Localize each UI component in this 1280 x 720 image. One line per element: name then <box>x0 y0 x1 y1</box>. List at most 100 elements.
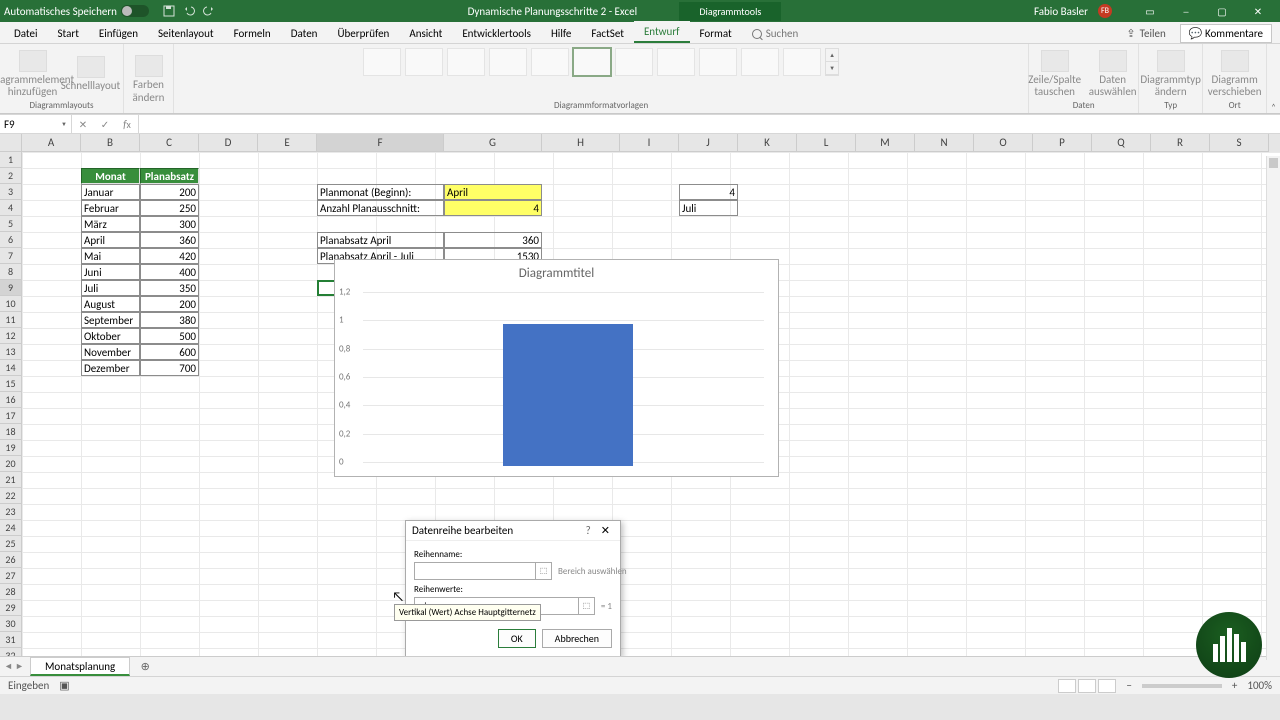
chart-title[interactable]: Diagrammtitel <box>335 260 778 287</box>
cell[interactable]: November <box>81 344 140 360</box>
close-icon[interactable]: ✕ <box>597 524 614 537</box>
column-header[interactable]: P <box>1033 134 1092 152</box>
cell[interactable]: Juli <box>81 280 140 296</box>
row-header[interactable]: 29 <box>0 600 22 616</box>
row-header[interactable]: 15 <box>0 376 22 392</box>
row-header[interactable]: 11 <box>0 312 22 328</box>
change-colors-button[interactable]: Farben ändern <box>122 55 176 103</box>
cell[interactable]: Monat <box>81 168 140 184</box>
style-swatch[interactable] <box>531 48 569 76</box>
style-swatch[interactable] <box>741 48 779 76</box>
row-header[interactable]: 27 <box>0 568 22 584</box>
cell[interactable]: Dezember <box>81 360 140 376</box>
fx-icon[interactable]: fx <box>116 115 138 133</box>
cell[interactable]: 420 <box>140 248 199 264</box>
change-chart-type-button[interactable]: Diagrammtyp ändern <box>1144 50 1198 98</box>
worksheet-grid[interactable]: ABCDEFGHIJKLMNOPQRS 12345678910111213141… <box>0 134 1280 656</box>
row-header[interactable]: 18 <box>0 424 22 440</box>
autosave-toggle-group[interactable]: Automatisches Speichern <box>4 5 149 18</box>
row-header[interactable]: 5 <box>0 216 22 232</box>
style-swatch[interactable] <box>447 48 485 76</box>
style-swatch[interactable] <box>699 48 737 76</box>
zoom-level[interactable]: 100% <box>1247 679 1272 692</box>
tab-start[interactable]: Start <box>48 23 89 43</box>
row-header[interactable]: 3 <box>0 184 22 200</box>
tab-formeln[interactable]: Formeln <box>224 23 281 43</box>
row-header[interactable]: 6 <box>0 232 22 248</box>
cell[interactable]: 250 <box>140 200 199 216</box>
cell[interactable]: Planabsatz <box>140 168 199 184</box>
tab-ansicht[interactable]: Ansicht <box>399 23 452 43</box>
row-header[interactable]: 32 <box>0 648 22 656</box>
cell[interactable]: 380 <box>140 312 199 328</box>
row-header[interactable]: 17 <box>0 408 22 424</box>
row-header[interactable]: 20 <box>0 456 22 472</box>
cell[interactable]: 600 <box>140 344 199 360</box>
style-swatch[interactable] <box>783 48 821 76</box>
column-header[interactable]: M <box>856 134 915 152</box>
cell[interactable]: 4 <box>444 200 542 216</box>
zoom-in-button[interactable]: + <box>1232 679 1237 692</box>
row-header[interactable]: 13 <box>0 344 22 360</box>
zoom-out-button[interactable]: − <box>1126 679 1131 692</box>
new-sheet-button[interactable]: ⊕ <box>136 658 154 676</box>
cell[interactable]: Februar <box>81 200 140 216</box>
row-header[interactable]: 28 <box>0 584 22 600</box>
sheet-tab[interactable]: Monatsplanung <box>30 657 130 676</box>
cell[interactable]: Januar <box>81 184 140 200</box>
close-button[interactable]: ✕ <box>1240 0 1276 22</box>
comments-button[interactable]: 💬 Kommentare <box>1180 24 1272 43</box>
enter-formula-icon[interactable]: ✓ <box>94 115 116 133</box>
sheet-nav[interactable]: ◄ ► <box>4 661 24 672</box>
cell[interactable]: 700 <box>140 360 199 376</box>
page-break-view-button[interactable] <box>1098 679 1116 693</box>
vertical-scrollbar[interactable] <box>1266 156 1280 660</box>
tab-factset[interactable]: FactSet <box>581 23 634 43</box>
cell[interactable]: 400 <box>140 264 199 280</box>
row-header[interactable]: 2 <box>0 168 22 184</box>
cancel-button[interactable]: Abbrechen <box>542 629 612 648</box>
ok-button[interactable]: OK <box>498 629 536 648</box>
cell[interactable]: 360 <box>444 232 542 248</box>
row-header[interactable]: 26 <box>0 552 22 568</box>
minimize-button[interactable]: ─ <box>1168 0 1204 22</box>
tab-einfügen[interactable]: Einfügen <box>89 23 148 43</box>
style-swatch[interactable] <box>405 48 443 76</box>
cell[interactable]: April <box>444 184 542 200</box>
cell[interactable]: Planmonat (Beginn): <box>317 184 444 200</box>
quick-layout-button[interactable]: Schnelllayout <box>64 56 118 92</box>
cell[interactable]: Mai <box>81 248 140 264</box>
column-header[interactable]: C <box>140 134 199 152</box>
style-swatch[interactable] <box>657 48 695 76</box>
macro-record-icon[interactable]: ▣ <box>59 679 69 692</box>
chart-plot-area[interactable]: 00,20,40,60,811,2 <box>363 292 764 466</box>
tab-hilfe[interactable]: Hilfe <box>541 23 581 43</box>
cell[interactable]: 300 <box>140 216 199 232</box>
row-header[interactable]: 22 <box>0 488 22 504</box>
column-header[interactable]: S <box>1210 134 1269 152</box>
cell[interactable]: September <box>81 312 140 328</box>
column-header[interactable]: N <box>915 134 974 152</box>
page-layout-view-button[interactable] <box>1078 679 1096 693</box>
column-header[interactable]: B <box>81 134 140 152</box>
cell[interactable]: 200 <box>140 184 199 200</box>
tab-entwurf[interactable]: Entwurf <box>634 21 690 43</box>
autosave-toggle[interactable] <box>121 5 149 17</box>
chart-styles-gallery[interactable]: ▲▼ <box>363 48 839 76</box>
column-header[interactable]: D <box>199 134 258 152</box>
cell[interactable]: Anzahl Planausschnitt: <box>317 200 444 216</box>
cell[interactable]: Juni <box>81 264 140 280</box>
row-header[interactable]: 4 <box>0 200 22 216</box>
tab-daten[interactable]: Daten <box>281 23 328 43</box>
row-header[interactable]: 14 <box>0 360 22 376</box>
row-header[interactable]: 19 <box>0 440 22 456</box>
style-swatch[interactable] <box>573 48 611 76</box>
column-header[interactable]: Q <box>1092 134 1151 152</box>
range-select-icon[interactable]: ⬚ <box>578 598 594 614</box>
column-header[interactable]: H <box>542 134 620 152</box>
style-swatch[interactable] <box>615 48 653 76</box>
share-button[interactable]: ⇪ Teilen <box>1126 27 1165 40</box>
ribbon-mode-icon[interactable]: ▭ <box>1132 0 1168 22</box>
row-header[interactable]: 25 <box>0 536 22 552</box>
row-header[interactable]: 23 <box>0 504 22 520</box>
